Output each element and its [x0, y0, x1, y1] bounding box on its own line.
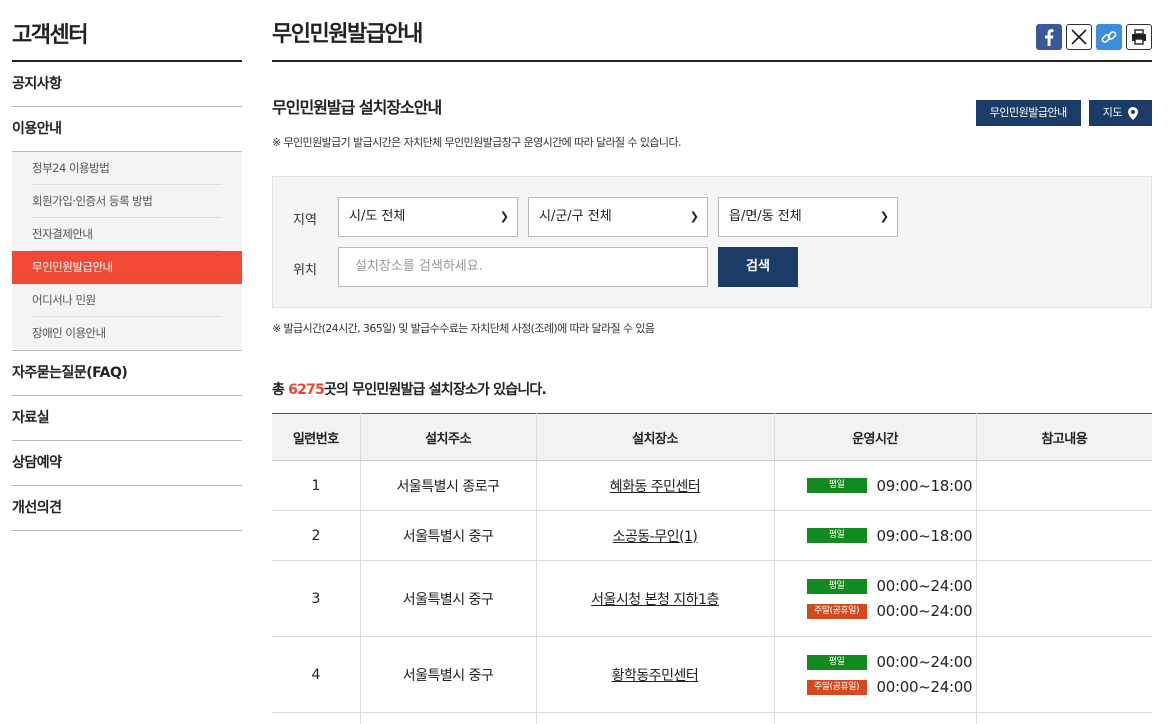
weekend-badge: 주말(공휴일) — [806, 679, 867, 695]
facebook-icon[interactable] — [1036, 24, 1062, 50]
location-label: 위치 — [293, 263, 317, 278]
link-icon[interactable] — [1096, 24, 1122, 50]
map-button-label: 지도 — [1102, 106, 1123, 119]
map-pin-icon — [1128, 106, 1138, 120]
row-note — [976, 510, 1152, 561]
sidebar-submenu: 정부24 이용방법 회원가입·인증서 등록 방법 전자결제안내 무인민원발급안내… — [12, 152, 242, 351]
page-title: 무인민원발급안내 — [272, 0, 1152, 62]
hours-time: 00:00~24:00 — [876, 653, 973, 671]
row-address: 서울특별시 중구 — [360, 510, 537, 561]
row-serial-no: 2 — [272, 510, 361, 561]
hours-time: 00:00~24:00 — [876, 602, 973, 620]
weekday-badge: 평일 — [806, 528, 867, 543]
sidebar-sub-item-kiosk-guide[interactable]: 무인민원발급안내 — [12, 251, 242, 284]
weekday-badge: 평일 — [806, 478, 867, 493]
print-icon[interactable] — [1126, 24, 1152, 50]
hours-time: 09:00~18:00 — [876, 476, 973, 495]
hours-time: 00:00~24:00 — [876, 678, 973, 696]
place-link[interactable]: 소공동-무인(1) — [613, 529, 698, 545]
row-note — [976, 560, 1152, 637]
sidebar-item-faq[interactable]: 자주묻는질문(FAQ) — [12, 351, 242, 396]
weekend-badge: 주말(공휴일) — [806, 603, 867, 619]
row-address: 서울특별시 종로구 — [360, 460, 537, 511]
header-place: 설치장소 — [536, 413, 775, 461]
header-hours: 운영시간 — [774, 413, 977, 461]
kiosk-location-table: 일련번호 설치주소 설치장소 운영시간 참고내용 1 서울특별시 종로구 혜화동… — [272, 413, 1152, 724]
section-title: 무인민원발급 설치장소안내 — [272, 98, 442, 117]
search-button[interactable]: 검색 — [718, 247, 798, 287]
sidebar-item-reservation[interactable]: 상담예약 — [12, 441, 242, 486]
total-prefix: 총 — [272, 382, 289, 398]
hours-time: 09:00~18:00 — [876, 526, 973, 545]
sidebar-sub-item-gov24-usage[interactable]: 정부24 이용방법 — [32, 152, 222, 185]
sido-select-value: 시/도 전체 — [349, 209, 406, 224]
chevron-down-icon: ❯ — [689, 210, 699, 223]
total-suffix: 곳의 무인민원발급 설치장소가 있습니다. — [323, 382, 547, 398]
location-search-input[interactable]: 설치장소를 검색하세요. — [338, 247, 708, 287]
total-count-text: 총 6275곳의 무인민원발급 설치장소가 있습니다. — [272, 379, 1152, 399]
sidebar-item-library[interactable]: 자료실 — [12, 396, 242, 441]
place-link[interactable]: 황학동주민센터 — [612, 668, 699, 684]
table-row: 2 서울특별시 중구 소공동-무인(1) 평일 09:00~18:00 — [272, 510, 1152, 561]
header-serial-no: 일련번호 — [272, 413, 361, 461]
header-address: 설치주소 — [360, 413, 537, 461]
region-label: 지역 — [293, 213, 317, 228]
table-row: 1 서울특별시 종로구 혜화동 주민센터 평일 09:00~18:00 — [272, 460, 1152, 511]
row-hours: 평일 09:00~18:00 — [774, 510, 977, 561]
x-icon[interactable] — [1066, 24, 1092, 50]
eupmyeondong-select[interactable]: 읍/면/동 전체 ❯ — [718, 197, 898, 237]
sidebar-sub-item-epayment[interactable]: 전자결제안내 — [32, 218, 222, 251]
row-note — [976, 636, 1152, 713]
row-hours: 평일 00:00~24:00 주말(공휴일) 00:00~24:00 — [774, 560, 977, 637]
map-button[interactable]: 지도 — [1088, 100, 1152, 126]
header-note: 참고내용 — [976, 413, 1152, 461]
share-toolbar — [1036, 24, 1152, 50]
table-row: 4 서울특별시 중구 황학동주민센터 평일 00:00~24:00 주말(공휴일)… — [272, 636, 1152, 713]
row-place-cell: 혜화동 주민센터 — [536, 460, 775, 511]
chevron-down-icon: ❯ — [879, 210, 889, 223]
hours-time: 00:00~24:00 — [876, 577, 973, 595]
chevron-down-icon: ❯ — [499, 210, 509, 223]
sidebar-item-feedback[interactable]: 개선의견 — [12, 486, 242, 531]
eupmyeondong-select-value: 읍/면/동 전체 — [729, 209, 802, 224]
row-place-cell: 황학동주민센터 — [536, 636, 775, 713]
total-count: 6275 — [288, 382, 325, 398]
weekday-badge: 평일 — [806, 578, 867, 594]
sidebar-title: 고객센터 — [12, 0, 242, 62]
row-serial-no: 4 — [272, 636, 361, 713]
sidebar-sub-item-disabled-guide[interactable]: 장애인 이용안내 — [32, 317, 222, 350]
table-row: 3 서울특별시 중구 서울시청 본청 지하1층 평일 00:00~24:00 주말… — [272, 560, 1152, 637]
place-link[interactable]: 혜화동 주민센터 — [610, 479, 701, 495]
row-hours: 평일 09:00~18:00 — [774, 460, 977, 511]
sigungu-select[interactable]: 시/군/구 전체 ❯ — [528, 197, 708, 237]
sidebar-sub-item-anywhere[interactable]: 어디서나 민원 — [32, 284, 222, 317]
fee-note: ※ 발급시간(24시간, 365일) 및 발급수수료는 자치단체 사정(조례)에… — [272, 322, 655, 335]
weekday-badge: 평일 — [806, 654, 867, 670]
row-note — [976, 460, 1152, 511]
row-place-cell: 소공동-무인(1) — [536, 510, 775, 561]
sidebar-item-notice[interactable]: 공지사항 — [12, 62, 242, 107]
section-header: 무인민원발급 설치장소안내 무인민원발급안내 지도 — [272, 62, 1152, 130]
table-row — [272, 712, 1152, 724]
row-hours: 평일 00:00~24:00 주말(공휴일) 00:00~24:00 — [774, 636, 977, 713]
row-serial-no: 3 — [272, 560, 361, 637]
issue-time-note: ※ 무인민원발급기 발급시간은 자치단체 무인민원발급창구 운영시간에 따라 달… — [272, 136, 681, 149]
search-panel: 지역 시/도 전체 ❯ 시/군/구 전체 ❯ 읍/면/동 전체 ❯ 위치 설치장… — [272, 176, 1152, 308]
sidebar-sub-item-signup-certificate[interactable]: 회원가입·인증서 등록 방법 — [32, 185, 222, 218]
sido-select[interactable]: 시/도 전체 ❯ — [338, 197, 518, 237]
row-serial-no: 1 — [272, 460, 361, 511]
kiosk-guide-button[interactable]: 무인민원발급안내 — [975, 100, 1081, 126]
sigungu-select-value: 시/군/구 전체 — [539, 209, 612, 224]
place-link[interactable]: 서울시청 본청 지하1층 — [591, 592, 719, 608]
row-place-cell: 서울시청 본청 지하1층 — [536, 560, 775, 637]
sidebar: 고객센터 공지사항 이용안내 정부24 이용방법 회원가입·인증서 등록 방법 … — [12, 0, 242, 531]
row-address: 서울특별시 중구 — [360, 560, 537, 637]
sidebar-item-guide[interactable]: 이용안내 — [12, 107, 242, 152]
main-content: 무인민원발급안내 무인민원발급 설치장소안내 무인민원발급안내 지도 ※ 무인민… — [272, 0, 1152, 724]
row-address: 서울특별시 중구 — [360, 636, 537, 713]
